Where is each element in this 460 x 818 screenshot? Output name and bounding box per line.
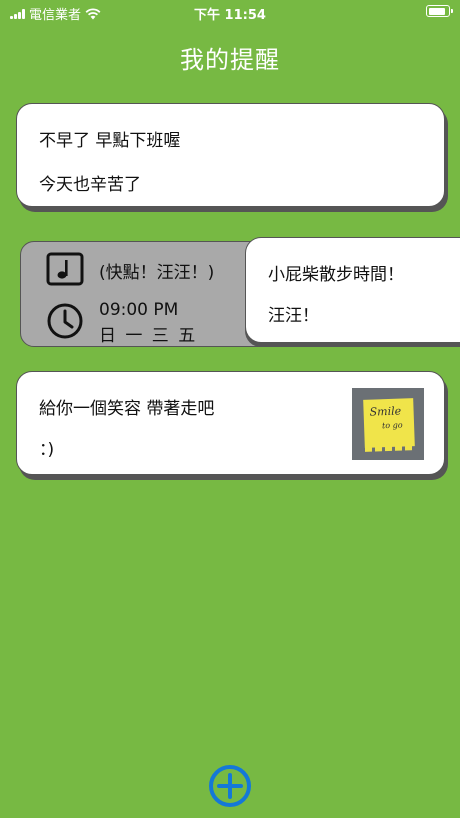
- reminder-line-2: ：): [39, 440, 55, 460]
- alarm-song-name: (快點！汪汪！): [99, 263, 215, 283]
- reminder-card-2[interactable]: 小屁柴散步時間！ 汪汪！: [245, 237, 460, 343]
- sticky-note-subtext: to go: [381, 420, 403, 431]
- alarm-repeat-days: 日 一 三 五: [99, 326, 198, 346]
- status-bar: 電信業者 下午 11:54: [0, 0, 460, 24]
- reminder-card-1[interactable]: 不早了 早點下班喔 今天也辛苦了: [16, 103, 445, 207]
- page-title: 我的提醒: [180, 46, 280, 74]
- reminder-line-2: 汪汪！: [268, 306, 319, 326]
- sticky-note-text: Smile: [369, 404, 402, 419]
- reminder-line-1: 給你一個笑容 帶著走吧: [39, 399, 215, 419]
- add-reminder-button[interactable]: [208, 764, 252, 808]
- reminder-line-1: 小屁柴散步時間！: [268, 265, 404, 285]
- reminder-line-1: 不早了 早點下班喔: [39, 131, 181, 151]
- reminder-image[interactable]: Smile to go: [352, 388, 424, 460]
- status-time: 下午 11:54: [194, 8, 266, 23]
- reminder-card-3[interactable]: 給你一個笑容 帶著走吧 ：) Smile to go: [16, 371, 445, 475]
- sticky-note: Smile to go: [363, 398, 415, 452]
- add-circle-icon: [209, 765, 251, 807]
- music-note-icon: [46, 252, 84, 286]
- clock-icon: [47, 303, 83, 339]
- battery-icon: [426, 5, 453, 17]
- reminder-line-2: 今天也辛苦了: [39, 175, 141, 195]
- alarm-time: 09:00 PM: [99, 300, 179, 320]
